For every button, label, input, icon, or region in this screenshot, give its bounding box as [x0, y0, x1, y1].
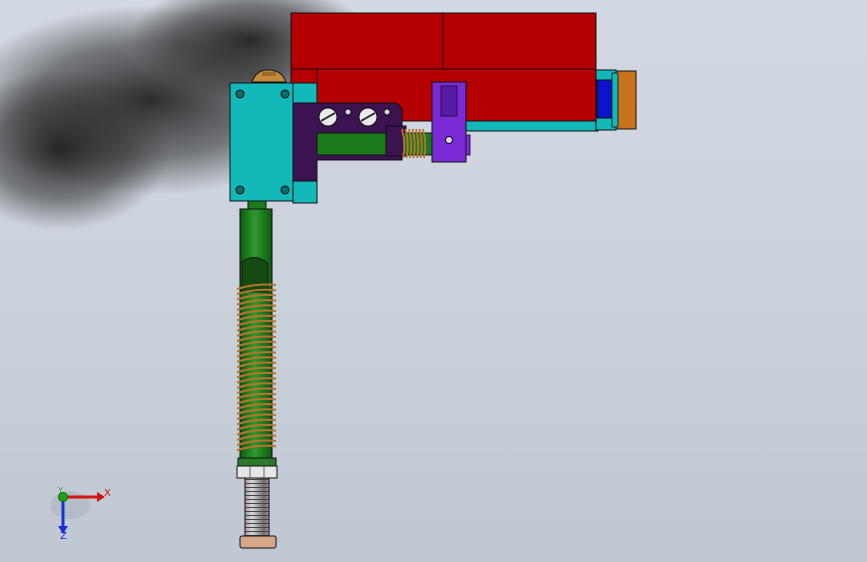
threaded-stud[interactable]: [239, 477, 277, 549]
violet-clevis[interactable]: [431, 81, 471, 163]
hex-nut[interactable]: [236, 457, 278, 479]
cad-viewport[interactable]: X Y Z: [0, 0, 867, 562]
axis-y-label: Y: [58, 486, 63, 495]
end-block-assembly[interactable]: [595, 69, 637, 131]
axis-triad: [50, 491, 105, 534]
model-canvas[interactable]: [0, 0, 867, 562]
axis-x-label: X: [104, 488, 111, 499]
cyan-rail[interactable]: [465, 120, 599, 132]
axis-z-label: Z: [60, 531, 67, 542]
